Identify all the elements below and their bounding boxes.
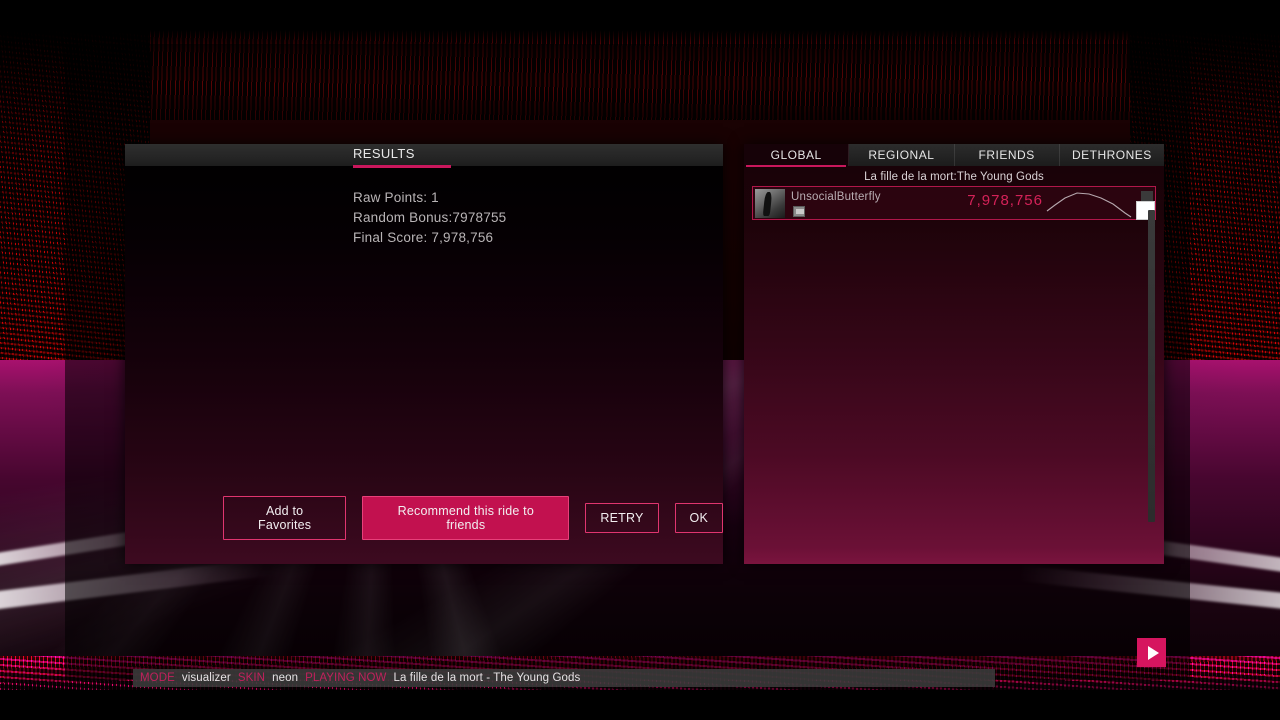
play-icon bbox=[1147, 645, 1159, 660]
mode-value: visualizer bbox=[181, 672, 231, 684]
leaderboard-score: 7,978,756 bbox=[967, 192, 1043, 209]
tab-global[interactable]: GLOBAL bbox=[744, 144, 850, 167]
leaderboard-scrollbar[interactable] bbox=[1148, 210, 1155, 522]
score-sparkline-chart bbox=[1046, 192, 1132, 218]
add-to-favorites-button[interactable]: Add to Favorites bbox=[223, 496, 347, 540]
page-title: RESULTS bbox=[353, 146, 415, 161]
avatar bbox=[755, 189, 785, 218]
leaderboard-row[interactable]: UnsocialButterfly 7,978,756 bbox=[752, 186, 1156, 220]
results-panel: RESULTS Raw Points: 1 Random Bonus:79787… bbox=[125, 144, 723, 564]
recommend-button[interactable]: Recommend this ride to friends bbox=[362, 496, 570, 540]
player-badge-icon bbox=[793, 206, 805, 217]
random-bonus-line: Random Bonus:7978755 bbox=[353, 210, 507, 225]
tab-regional[interactable]: REGIONAL bbox=[849, 144, 955, 166]
ok-button[interactable]: OK bbox=[674, 503, 723, 533]
leaderboard-song-label: La fille de la mort:The Young Gods bbox=[864, 171, 1044, 183]
raw-points-line: Raw Points: 1 bbox=[353, 190, 439, 205]
mode-label: MODE bbox=[140, 672, 175, 684]
results-header: RESULTS bbox=[125, 144, 723, 168]
leaderboard-tabs: GLOBAL REGIONAL FRIENDS DETHRONES bbox=[744, 144, 1164, 167]
leaderboard-player-name: UnsocialButterfly bbox=[791, 191, 881, 203]
letterbox-bottom bbox=[0, 690, 1280, 720]
retry-button[interactable]: RETRY bbox=[585, 503, 659, 533]
skin-label: SKIN bbox=[237, 672, 266, 684]
play-button[interactable] bbox=[1137, 638, 1166, 667]
tab-dethrones[interactable]: DETHRONES bbox=[1060, 144, 1164, 166]
final-score-line: Final Score: 7,978,756 bbox=[353, 230, 494, 245]
skin-value: neon bbox=[272, 672, 299, 684]
leaderboard-panel: GLOBAL REGIONAL FRIENDS DETHRONES La fil… bbox=[744, 144, 1164, 564]
results-button-row: Add to Favorites Recommend this ride to … bbox=[125, 496, 723, 540]
status-bar: MODE visualizer SKIN neon PLAYING NOW La… bbox=[133, 669, 995, 687]
game-screen: RESULTS Raw Points: 1 Random Bonus:79787… bbox=[0, 0, 1280, 720]
now-playing-track: La fille de la mort - The Young Gods bbox=[393, 672, 581, 684]
results-body: Raw Points: 1 Random Bonus:7978755 Final… bbox=[125, 166, 723, 248]
letterbox-top bbox=[0, 0, 1280, 30]
playing-now-label: PLAYING NOW bbox=[305, 672, 387, 684]
tab-friends[interactable]: FRIENDS bbox=[955, 144, 1060, 166]
